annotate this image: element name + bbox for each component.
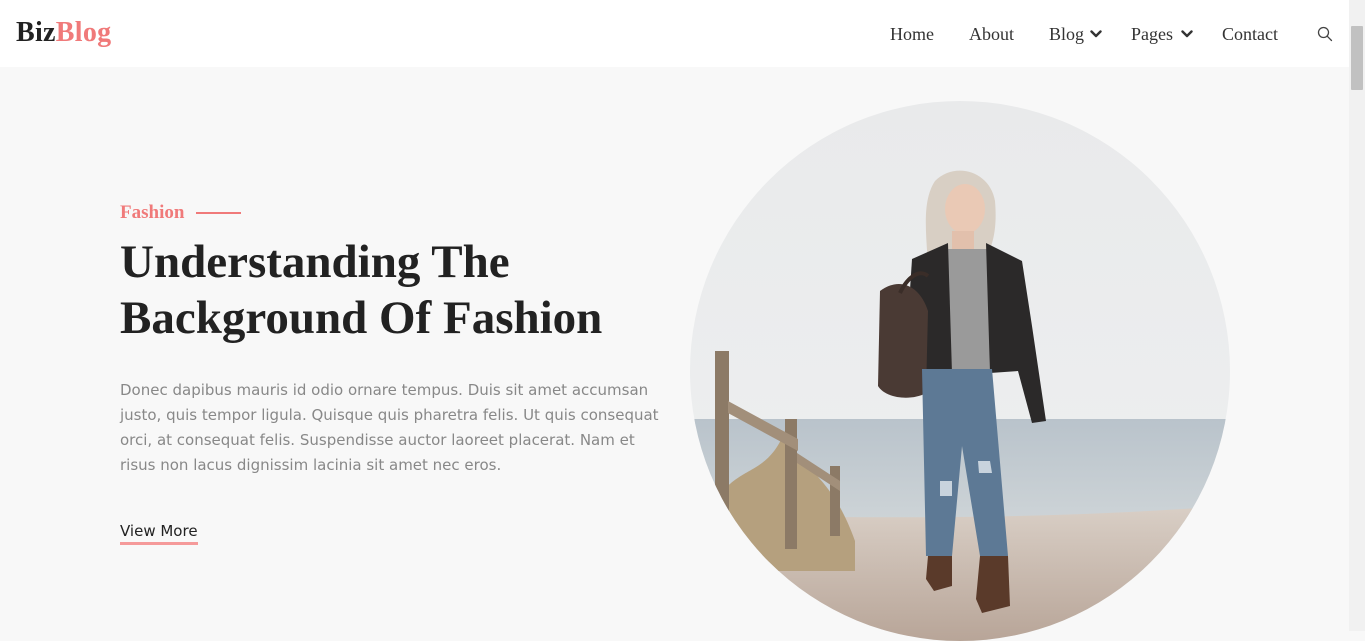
nav-blog[interactable]: Blog [1049,22,1084,46]
search-icon[interactable] [1317,26,1333,42]
top-navbar: BizBlog Home About Blog Pages Contact [0,0,1349,67]
nav-pages-label: Pages [1131,24,1173,44]
category-divider [196,212,241,214]
nav-home[interactable]: Home [890,22,934,46]
nav-about[interactable]: About [969,22,1014,46]
hero-image [690,101,1230,641]
site-logo[interactable]: BizBlog [16,15,111,51]
view-more-link[interactable]: View More [120,520,198,545]
scrollbar-thumb[interactable] [1351,26,1363,90]
logo-text-biz: Biz [16,17,56,48]
woman-walking-beach-illustration [690,101,1230,641]
post-title[interactable]: Understanding The Background Of Fashion [120,234,700,346]
post-excerpt: Donec dapibus mauris id odio ornare temp… [120,381,659,474]
chevron-down-icon [1090,30,1102,38]
logo-text-blog: Blog [55,17,112,48]
chevron-down-icon [1181,30,1193,38]
nav-contact[interactable]: Contact [1222,22,1278,46]
post-category[interactable]: Fashion [120,201,184,225]
page-scrollbar[interactable] [1349,0,1365,631]
nav-pages[interactable]: Pages [1131,22,1173,46]
nav-blog-label: Blog [1049,24,1085,44]
post-title-line-1: Understanding The [120,236,510,288]
post-title-line-2: Background Of Fashion [120,292,603,344]
